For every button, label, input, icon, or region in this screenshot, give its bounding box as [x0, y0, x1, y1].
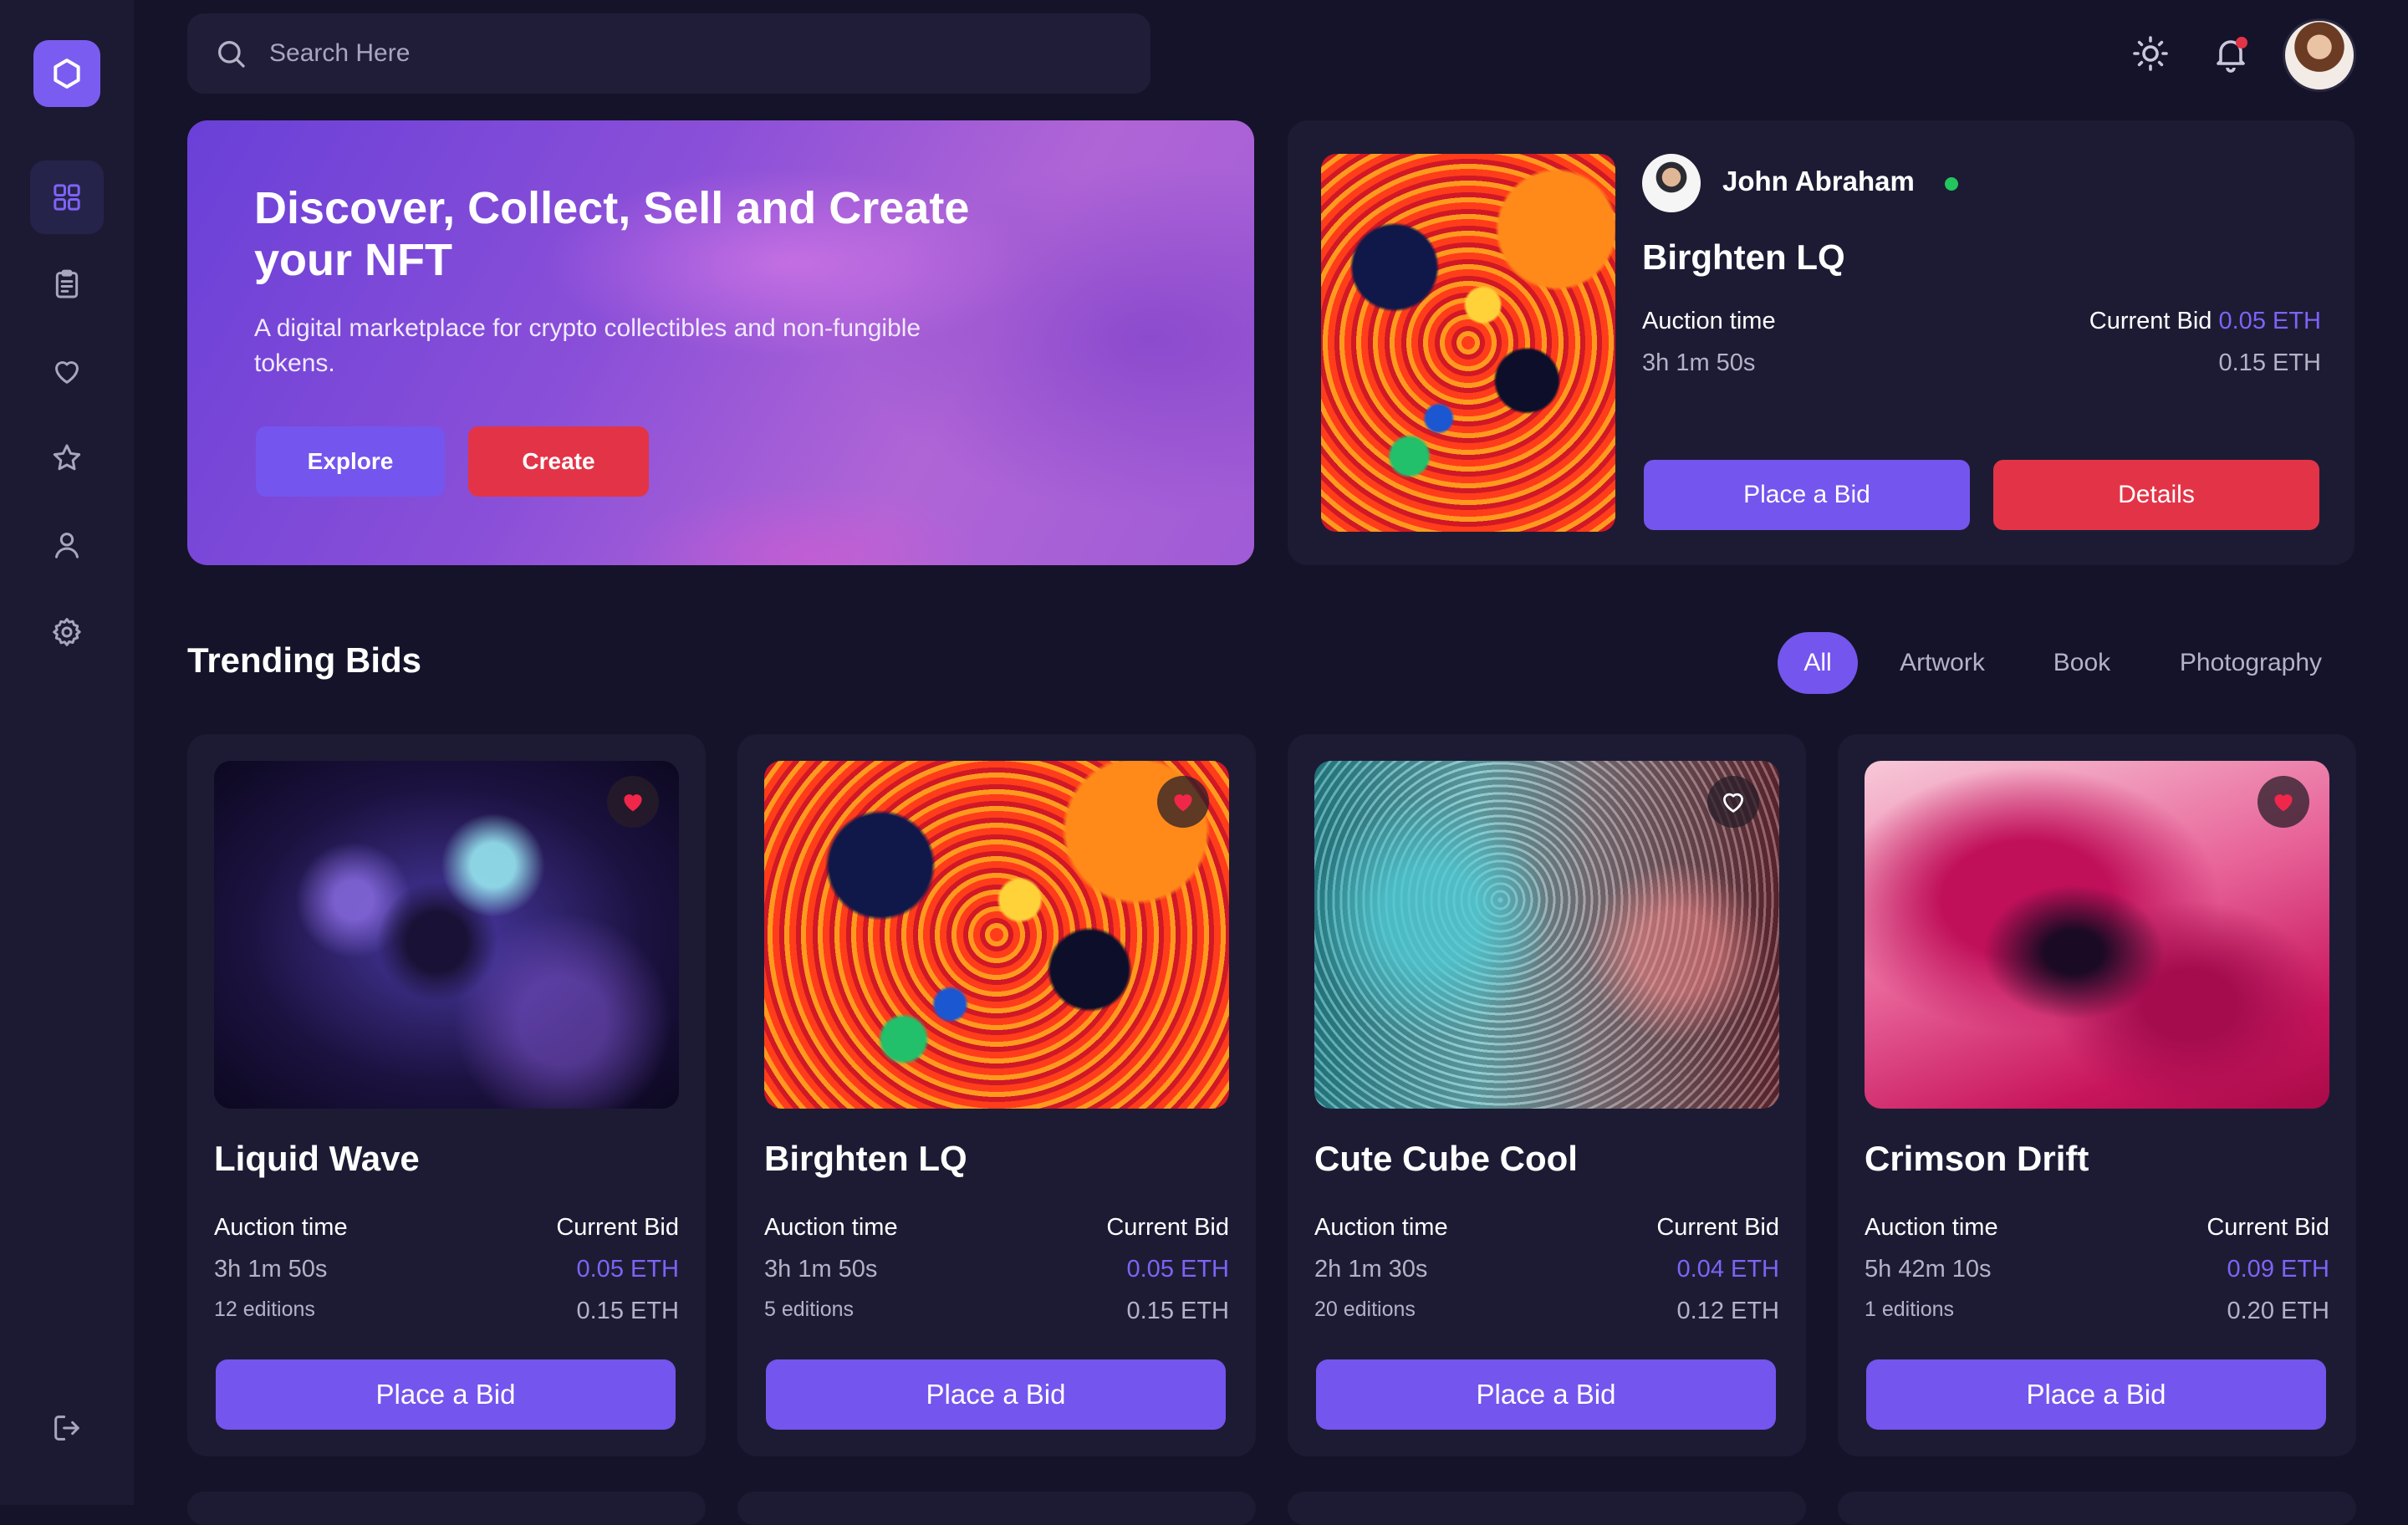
auction-time: 2h 1m 30s [1314, 1256, 1428, 1283]
auction-time: 5h 42m 10s [1865, 1256, 1992, 1283]
app-logo[interactable] [33, 40, 100, 107]
heart-icon [55, 361, 79, 384]
search-bar [187, 13, 1150, 94]
nft-card-partial [737, 1492, 1256, 1525]
nft-card[interactable]: Cute Cube Cool Auction time 2h 1m 30s 20… [1288, 734, 1806, 1456]
current-bid-value: 0.04 ETH [1676, 1256, 1780, 1283]
editions-count: 1 editions [1865, 1298, 1955, 1321]
seller-name[interactable]: John Abraham [1722, 166, 1915, 197]
logout-button[interactable] [30, 1391, 104, 1465]
sidebar [0, 0, 134, 1505]
hero-banner: Discover, Collect, Sell and Create your … [187, 120, 1254, 565]
tab-artwork[interactable]: Artwork [1886, 632, 1998, 694]
sidebar-item-orders[interactable] [30, 247, 104, 321]
nft-card[interactable]: Birghten LQ Auction time 3h 1m 50s 5 edi… [737, 734, 1256, 1456]
heart-filled-icon [624, 794, 642, 812]
featured-current-bid: Current Bid 0.05 ETH [2089, 308, 2321, 335]
notification-dot [2236, 37, 2247, 48]
like-button[interactable] [2258, 776, 2309, 828]
featured-place-bid-button[interactable]: Place a Bid [1644, 460, 1970, 530]
base-price: 0.20 ETH [2227, 1298, 2330, 1324]
place-bid-button[interactable]: Place a Bid [1316, 1359, 1776, 1430]
online-status-dot [1945, 177, 1958, 191]
search-icon [218, 41, 245, 68]
like-button[interactable] [607, 776, 659, 828]
section-title: Trending Bids [187, 640, 422, 680]
create-button[interactable]: Create [468, 426, 649, 497]
featured-auction-label: Auction time [1642, 308, 1776, 334]
editions-count: 12 editions [214, 1298, 315, 1321]
gear-icon [53, 618, 81, 646]
current-bid-label: Current Bid [1106, 1214, 1229, 1241]
current-bid-label: Current Bid [2206, 1214, 2329, 1241]
auction-label: Auction time [1865, 1214, 1998, 1241]
current-bid-label: Current Bid [2089, 308, 2212, 334]
current-bid-value: 0.05 ETH [576, 1256, 680, 1283]
sidebar-item-favorites[interactable] [30, 334, 104, 408]
logout-icon [54, 1415, 79, 1441]
nft-card-partial [187, 1492, 706, 1525]
heart-filled-icon [2274, 794, 2293, 812]
like-button[interactable] [1157, 776, 1209, 828]
nft-card[interactable]: Liquid Wave Auction time 3h 1m 50s 12 ed… [187, 734, 706, 1456]
sun-icon[interactable] [2130, 33, 2171, 74]
sidebar-item-dashboard[interactable] [30, 161, 104, 234]
clipboard-icon [55, 269, 79, 298]
featured-auction-time: 3h 1m 50s [1642, 349, 1756, 376]
notification-button[interactable] [2211, 33, 2251, 74]
place-bid-button[interactable]: Place a Bid [216, 1359, 676, 1430]
auction-time: 3h 1m 50s [764, 1256, 878, 1283]
auction-label: Auction time [214, 1214, 348, 1241]
search-input[interactable] [268, 38, 1023, 69]
featured-artwork[interactable] [1321, 154, 1615, 532]
featured-details-button[interactable]: Details [1993, 460, 2319, 530]
base-price: 0.15 ETH [576, 1298, 680, 1324]
sidebar-item-settings[interactable] [30, 595, 104, 669]
explore-button[interactable]: Explore [256, 426, 445, 497]
auction-time: 3h 1m 50s [214, 1256, 328, 1283]
nft-title: Birghten LQ [764, 1139, 967, 1178]
user-icon [55, 533, 79, 558]
seller-avatar[interactable] [1642, 154, 1701, 212]
place-bid-button[interactable]: Place a Bid [1866, 1359, 2326, 1430]
nft-title: Liquid Wave [214, 1139, 420, 1178]
sidebar-item-starred[interactable] [30, 421, 104, 495]
hexagon-logo-icon [54, 59, 80, 89]
nft-card-partial [1838, 1492, 2356, 1525]
nft-title: Crimson Drift [1865, 1139, 2089, 1178]
editions-count: 5 editions [764, 1298, 855, 1321]
like-button[interactable] [1707, 776, 1759, 828]
heart-outline-icon [1722, 793, 1744, 813]
nft-title: Cute Cube Cool [1314, 1139, 1578, 1178]
nft-card-partial [1288, 1492, 1806, 1525]
hero-subtitle: A digital marketplace for crypto collect… [254, 314, 921, 377]
profile-avatar[interactable] [2283, 18, 2356, 92]
base-price: 0.15 ETH [1126, 1298, 1230, 1324]
auction-label: Auction time [1314, 1214, 1448, 1241]
auction-label: Auction time [764, 1214, 898, 1241]
nft-card[interactable]: Crimson Drift Auction time 5h 42m 10s 1 … [1838, 734, 2356, 1456]
tab-book[interactable]: Book [2040, 632, 2124, 694]
base-price: 0.12 ETH [1676, 1298, 1780, 1324]
current-bid-value: 0.05 ETH [2218, 308, 2322, 334]
hero-title: Discover, Collect, Sell and Create your … [254, 183, 970, 285]
current-bid-value: 0.05 ETH [1126, 1256, 1230, 1283]
current-bid-label: Current Bid [556, 1214, 679, 1241]
featured-title: Birghten LQ [1642, 237, 1845, 277]
dashboard-icon [54, 184, 80, 211]
tab-all[interactable]: All [1778, 632, 1858, 694]
current-bid-label: Current Bid [1656, 1214, 1779, 1241]
featured-base-price: 0.15 ETH [2218, 349, 2322, 376]
place-bid-button[interactable]: Place a Bid [766, 1359, 1226, 1430]
current-bid-value: 0.09 ETH [2227, 1256, 2330, 1283]
star-icon [53, 444, 81, 471]
editions-count: 20 editions [1314, 1298, 1416, 1321]
sidebar-item-profile[interactable] [30, 508, 104, 582]
tab-photography[interactable]: Photography [2166, 632, 2336, 694]
heart-filled-icon [1174, 794, 1192, 812]
